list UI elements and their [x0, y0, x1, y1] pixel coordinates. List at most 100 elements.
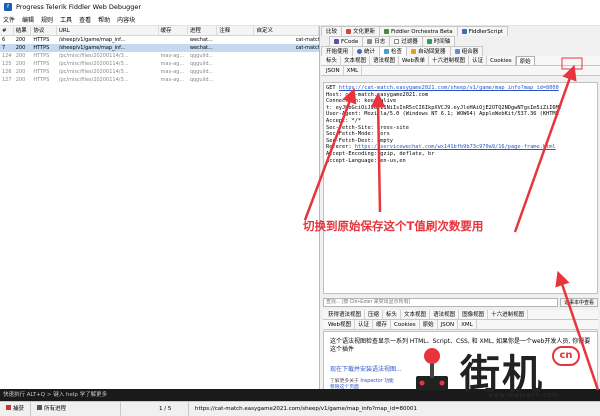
find-input[interactable]	[323, 297, 558, 307]
req-tab-cookies[interactable]: Cookies	[487, 56, 516, 65]
cell-process: qqguild...	[189, 61, 214, 67]
req-tab-auth[interactable]: 认证	[469, 56, 488, 65]
raw-line-text: Accept-Language: en-us,en	[326, 157, 406, 164]
col-cache[interactable]: 缓存	[159, 26, 188, 35]
tool-tabs-row2: FCode 日志 过滤器 时间轴	[321, 36, 600, 46]
cell-number: 124	[2, 53, 12, 59]
fiddler-app-icon: f	[4, 3, 12, 11]
req-tab-syntaxview[interactable]: 语法视图	[370, 56, 400, 65]
table-row[interactable]: 127 200 HTTPS/pc/misc/files/20200114/3... m…	[0, 76, 319, 84]
resp-tab-auth[interactable]: 认证	[355, 320, 374, 329]
raw-line-text: Referer:	[326, 144, 355, 151]
resp-tab-imageview[interactable]: 图像视图	[459, 310, 489, 319]
resp-tab-headers[interactable]: 标头	[383, 310, 402, 319]
view-in-notepad-button[interactable]: 记事本中查看	[559, 297, 598, 307]
tab-autoresponder[interactable]: 自动回复器	[406, 46, 451, 56]
raw-line: Accept-Language: en-us,en	[326, 158, 595, 165]
tab-fcode[interactable]: FCode	[329, 36, 364, 46]
cell-number: 127	[2, 77, 12, 83]
resp-tab-webview[interactable]: Web视图	[325, 320, 355, 329]
col-process[interactable]: 进程	[188, 26, 218, 35]
fcode-icon	[334, 39, 339, 44]
raw-line-text: t: eyJhbGciOiJIUzI1NiIsInR5cCI6IkpXVCJ9.…	[326, 104, 562, 111]
cell-protocol: HTTPS	[33, 37, 50, 43]
capture-toggle[interactable]: 捕获	[0, 401, 32, 416]
cell-result: 200	[15, 77, 26, 83]
cell-protocol: HTTPS	[33, 53, 50, 59]
watermark-url: www.mamecn.com	[488, 392, 559, 399]
resp-tab-caching[interactable]: 缓存	[373, 320, 392, 329]
raw-line-url[interactable]: https://cat-match.easygame2021.com/sheep…	[339, 85, 559, 91]
raw-line-text: Connection: keep-alive	[326, 98, 397, 105]
col-url[interactable]: URL	[57, 26, 159, 35]
tab-compare[interactable]: 比较	[321, 26, 343, 36]
resp-tab-cookies[interactable]: Cookies	[391, 320, 420, 329]
tab-composer[interactable]: 组合器	[449, 46, 484, 56]
tab-label: 过滤器	[401, 38, 418, 45]
tab-fiddlerscript[interactable]: FiddlerScript	[456, 26, 509, 36]
req-tab-hexview[interactable]: 十六进制视图	[429, 56, 470, 65]
response-tabs: 获得语法视图 压缩 标头 文本视图 语法视图 图像视图 十六进制视图	[323, 310, 598, 320]
req-tab-json[interactable]: JSON	[323, 66, 344, 75]
tab-inspectors[interactable]: 检查	[379, 46, 408, 56]
col-result[interactable]: 结果	[14, 26, 32, 35]
raw-line: Sec-Fetch-Site: cross-site	[326, 125, 595, 132]
table-row[interactable]: 6 200 HTTPS/sheep/v1/game/map_inf... wechat…	[0, 36, 319, 44]
statistics-icon	[357, 49, 363, 54]
col-protocol[interactable]: 协议	[31, 26, 57, 35]
response-tabs-2: Web视图 认证 缓存 Cookies 原始 JSON XML	[323, 320, 598, 330]
col-custom[interactable]: 自定义	[254, 26, 320, 35]
resp-tab-hexview[interactable]: 十六进制视图	[488, 310, 529, 319]
table-row[interactable]: 124 200 HTTPS/pc/misc/files/20200114/3... m…	[0, 52, 319, 60]
resp-tab-get-syntax[interactable]: 获得语法视图	[325, 310, 366, 319]
resp-tab-json[interactable]: JSON	[438, 320, 459, 329]
tab-timeline[interactable]: 时间轴	[421, 36, 456, 46]
menu-view[interactable]: 查看	[79, 15, 91, 24]
resp-tab-xml[interactable]: XML	[458, 320, 477, 329]
table-row[interactable]: 126 200 HTTPS/pc/misc/files/20200114/3... m…	[0, 68, 319, 76]
menu-rules[interactable]: 规则	[41, 15, 53, 24]
req-tab-raw[interactable]: 原始	[515, 56, 535, 65]
cell-cache: max-ag...	[160, 53, 185, 59]
resp-tab-textview[interactable]: 文本视图	[401, 310, 431, 319]
col-number[interactable]: #	[0, 26, 14, 35]
tab-get-started[interactable]: 开始使用	[321, 46, 354, 56]
tab-label: 检查	[391, 48, 403, 55]
req-tab-webforms[interactable]: Web表单	[399, 56, 430, 65]
session-count: 1 / 5	[153, 401, 190, 416]
menu-edit[interactable]: 编辑	[22, 15, 34, 24]
col-comment[interactable]: 注释	[217, 26, 255, 35]
req-tab-textview[interactable]: 文本视图	[341, 56, 371, 65]
tab-log[interactable]: 日志	[362, 36, 391, 46]
req-tab-xml[interactable]: XML	[344, 66, 363, 75]
process-icon	[37, 404, 43, 410]
request-tabs-2: JSON XML	[321, 66, 600, 76]
resp-tab-raw[interactable]: 原始	[420, 320, 438, 329]
table-row[interactable]: 7 200 HTTPS/sheep/v1/game/map_inf... wechat…	[0, 44, 319, 52]
resp-tab-syntaxview[interactable]: 语法视图	[430, 310, 460, 319]
req-tab-headers[interactable]: 标头	[323, 56, 342, 65]
inspector-features-link[interactable]: Inspector 功能	[360, 379, 394, 384]
cell-url: /sheep/v1/game/map_inf...	[58, 45, 126, 51]
cell-custom	[254, 44, 293, 52]
tab-filters[interactable]: 过滤器	[389, 36, 423, 46]
tool-tabs-row3: 开始使用 统计 检查 自动回复器 组合器	[321, 46, 600, 56]
menu-help[interactable]: 帮助	[98, 15, 110, 24]
resp-tab-transformer[interactable]: 压缩	[365, 310, 384, 319]
cell-url: /pc/misc/files/20200114/3...	[58, 61, 129, 67]
menu-file[interactable]: 文件	[3, 15, 15, 24]
raw-line: Connection: keep-alive	[326, 98, 595, 105]
cell-custom	[254, 68, 293, 76]
menu-tools[interactable]: 工具	[60, 15, 72, 24]
tab-culture-update[interactable]: 文化更新	[341, 26, 381, 36]
cell-comment	[217, 36, 254, 44]
raw-line-url[interactable]: https://servicewechat.com/wx141bfb9b73c9…	[355, 144, 556, 150]
raw-request-text[interactable]: GET https://cat-match.easygame2021.com/s…	[323, 82, 598, 294]
menu-content-blocks[interactable]: 内容块	[117, 15, 135, 24]
cell-comment	[217, 52, 254, 60]
cell-process: wechat...	[189, 45, 213, 51]
tab-statistics[interactable]: 统计	[352, 46, 381, 56]
table-row[interactable]: 125 200 HTTPS/pc/misc/files/20200114/3... m…	[0, 60, 319, 68]
process-filter[interactable]: 所有进程	[31, 401, 122, 416]
tab-fiddler-orchestra[interactable]: Fiddler Orchestra Beta	[379, 26, 458, 36]
